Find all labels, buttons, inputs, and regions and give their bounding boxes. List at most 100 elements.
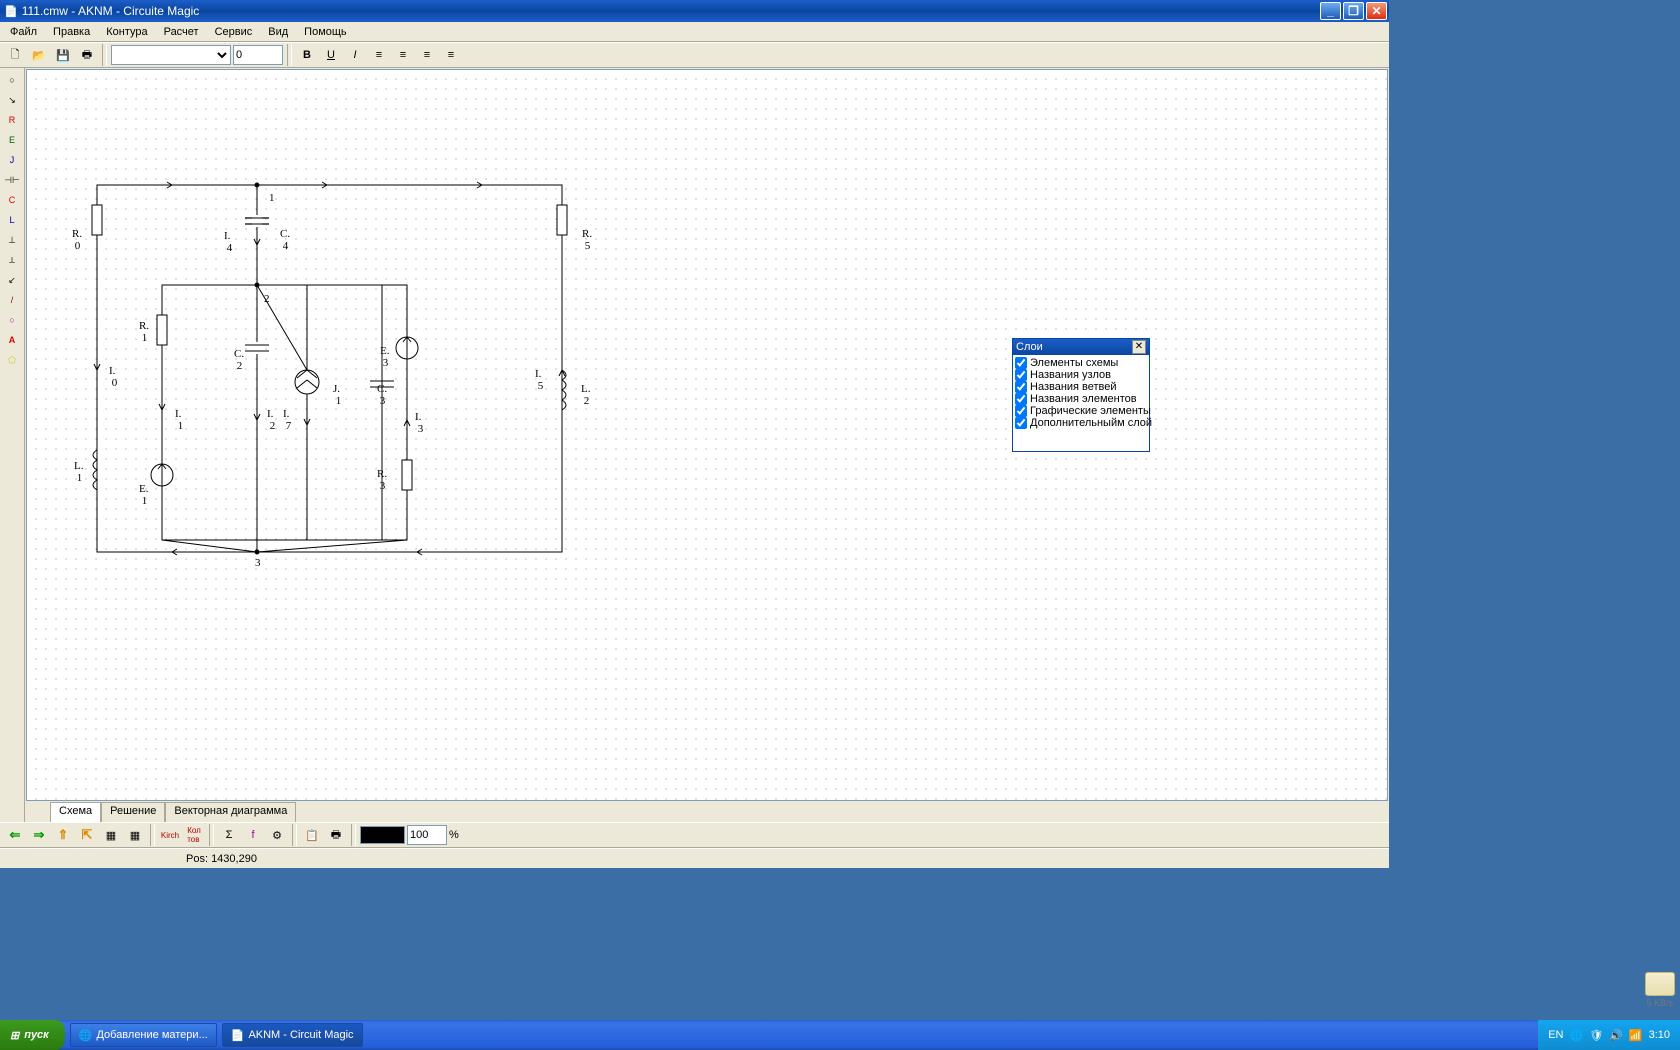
tool-line[interactable]: / xyxy=(2,291,22,309)
layers-titlebar[interactable]: Слои ✕ xyxy=(1013,339,1149,355)
opts-icon[interactable]: ⚙ xyxy=(266,824,288,846)
layer-check[interactable] xyxy=(1015,417,1027,429)
layer-item[interactable]: Элементы схемы xyxy=(1015,357,1147,369)
layers-icon[interactable]: 📋 xyxy=(301,824,323,846)
print-icon[interactable]: 🖶 xyxy=(76,44,98,66)
tool-transformer[interactable]: ⟂ xyxy=(2,251,22,269)
nav-right-icon[interactable]: ⇒ xyxy=(28,824,50,846)
align-right-icon[interactable]: ≡ xyxy=(416,44,438,66)
zoom-suffix: % xyxy=(449,829,459,841)
label-C2: C. 2 xyxy=(234,348,244,372)
menu-file[interactable]: Файл xyxy=(2,23,45,41)
tool-switch[interactable]: ⊣⊢ xyxy=(2,171,22,189)
layer-item[interactable]: Графические элементы xyxy=(1015,405,1147,417)
italic-icon[interactable]: I xyxy=(344,44,366,66)
color-swatch[interactable] xyxy=(360,826,405,844)
tray-icon[interactable]: 🌐 xyxy=(1570,1029,1584,1042)
font-select[interactable] xyxy=(111,45,231,65)
func-icon[interactable]: f xyxy=(242,824,264,846)
sigma-icon[interactable]: Σ xyxy=(218,824,240,846)
underline-icon[interactable]: U xyxy=(320,44,342,66)
tray-clock[interactable]: 3:10 xyxy=(1649,1029,1670,1041)
tray-icon[interactable]: 📶 xyxy=(1629,1029,1643,1042)
new-icon[interactable]: 🗋 xyxy=(4,44,26,66)
loop-icon[interactable]: Колтов xyxy=(183,824,205,846)
layer-check[interactable] xyxy=(1015,393,1027,405)
layer-item[interactable]: Названия узлов xyxy=(1015,369,1147,381)
label-I1: I. 1 xyxy=(175,408,183,432)
align-justify-icon[interactable]: ≡ xyxy=(440,44,462,66)
menu-calc[interactable]: Расчет xyxy=(156,23,207,41)
tab-solution[interactable]: Решение xyxy=(101,802,165,822)
grid-large-icon[interactable]: ▦ xyxy=(100,824,122,846)
bold-icon[interactable]: B xyxy=(296,44,318,66)
tool-circle[interactable]: ○ xyxy=(2,311,22,329)
nav-left-icon[interactable]: ⇐ xyxy=(4,824,26,846)
minimize-button[interactable]: _ xyxy=(1320,2,1341,20)
taskbar-item[interactable]: 📄 AKNM - Circuit Magic xyxy=(222,1023,363,1047)
label-L2: L. 2 xyxy=(581,383,590,407)
tool-inductor[interactable]: L xyxy=(2,211,22,229)
tool-wire[interactable]: ↘ xyxy=(2,91,22,109)
systray[interactable]: EN 🌐 🛡 🔊 📶 3:10 xyxy=(1538,1020,1680,1050)
fontsize-input[interactable] xyxy=(233,45,283,65)
layer-check[interactable] xyxy=(1015,369,1027,381)
menu-help[interactable]: Помощь xyxy=(296,23,355,41)
tab-schema[interactable]: Схема xyxy=(50,802,101,822)
layer-item[interactable]: Названия элементов xyxy=(1015,393,1147,405)
layer-check[interactable] xyxy=(1015,357,1027,369)
zoom-input[interactable] xyxy=(407,825,447,845)
start-button[interactable]: ⊞ пуск xyxy=(0,1020,65,1050)
align-left-icon[interactable]: ≡ xyxy=(368,44,390,66)
circuit-canvas[interactable]: 1 2 3 R. 0 R. 5 R. 1 R. 3 C. 4 C. 2 C. 3… xyxy=(26,69,1388,801)
tool-ground[interactable]: ⊥ xyxy=(2,231,22,249)
circuit-schematic xyxy=(27,70,627,600)
kirch-icon[interactable]: Kirch xyxy=(159,824,181,846)
menu-service[interactable]: Сервис xyxy=(207,23,261,41)
taskbar: ⊞ пуск 🌐 Добавление матери... 📄 AKNM - C… xyxy=(0,1020,1680,1050)
tray-widget[interactable] xyxy=(1645,972,1675,996)
layer-item[interactable]: Названия ветвей xyxy=(1015,381,1147,393)
layer-check[interactable] xyxy=(1015,381,1027,393)
tray-icon[interactable]: 🛡 xyxy=(1589,1029,1603,1042)
label-L1: L. 1 xyxy=(74,460,83,484)
tool-polygon[interactable]: ⬠ xyxy=(2,351,22,369)
tool-resistor[interactable]: R xyxy=(2,111,22,129)
tool-cursor[interactable]: ↙ xyxy=(2,271,22,289)
label-I5: I. 5 xyxy=(535,368,543,392)
layers-close-icon[interactable]: ✕ xyxy=(1132,340,1146,354)
maximize-button[interactable]: ❐ xyxy=(1343,2,1364,20)
tool-node[interactable]: ○ xyxy=(2,71,22,89)
menu-edit[interactable]: Правка xyxy=(45,23,98,41)
tray-lang[interactable]: EN xyxy=(1548,1029,1563,1041)
label-J1: J. 1 xyxy=(333,383,341,407)
layer-item[interactable]: Дополнительныйм слой xyxy=(1015,417,1147,429)
tool-text[interactable]: A xyxy=(2,331,22,349)
menu-view[interactable]: Вид xyxy=(260,23,296,41)
tool-current-source[interactable]: J xyxy=(2,151,22,169)
layers-panel[interactable]: Слои ✕ Элементы схемы Названия узлов Наз… xyxy=(1012,338,1150,452)
window-title: 111.cmw - AKNM - Circuite Magic xyxy=(22,4,1320,18)
bottom-toolbar: ⇐ ⇒ ⇑ ⇱ ▦ ▦ Kirch Колтов Σ f ⚙ 📋 🖶 % xyxy=(0,822,1389,848)
main-toolbar: 🗋 📂 💾 🖶 B U I ≡ ≡ ≡ ≡ xyxy=(0,42,1389,68)
save-icon[interactable]: 💾 xyxy=(52,44,74,66)
label-E3: E. 3 xyxy=(380,345,389,369)
label-R0: R. 0 xyxy=(72,228,82,252)
nav-home-icon[interactable]: ⇱ xyxy=(76,824,98,846)
tool-capacitor[interactable]: C xyxy=(2,191,22,209)
print2-icon[interactable]: 🖶 xyxy=(325,824,347,846)
close-button[interactable]: ✕ xyxy=(1366,2,1387,20)
align-center-icon[interactable]: ≡ xyxy=(392,44,414,66)
label-R5: R. 5 xyxy=(582,228,592,252)
tray-icon[interactable]: 🔊 xyxy=(1609,1029,1623,1042)
open-icon[interactable]: 📂 xyxy=(28,44,50,66)
nav-up-icon[interactable]: ⇑ xyxy=(52,824,74,846)
label-E1: E. 1 xyxy=(139,483,148,507)
tool-emf[interactable]: E xyxy=(2,131,22,149)
tab-vector[interactable]: Векторная диаграмма xyxy=(165,802,296,822)
taskbar-item[interactable]: 🌐 Добавление матери... xyxy=(70,1023,217,1047)
layer-check[interactable] xyxy=(1015,405,1027,417)
grid-small-icon[interactable]: ▦ xyxy=(124,824,146,846)
menu-loops[interactable]: Контура xyxy=(98,23,155,41)
titlebar[interactable]: 📄 111.cmw - AKNM - Circuite Magic _ ❐ ✕ xyxy=(0,0,1389,22)
